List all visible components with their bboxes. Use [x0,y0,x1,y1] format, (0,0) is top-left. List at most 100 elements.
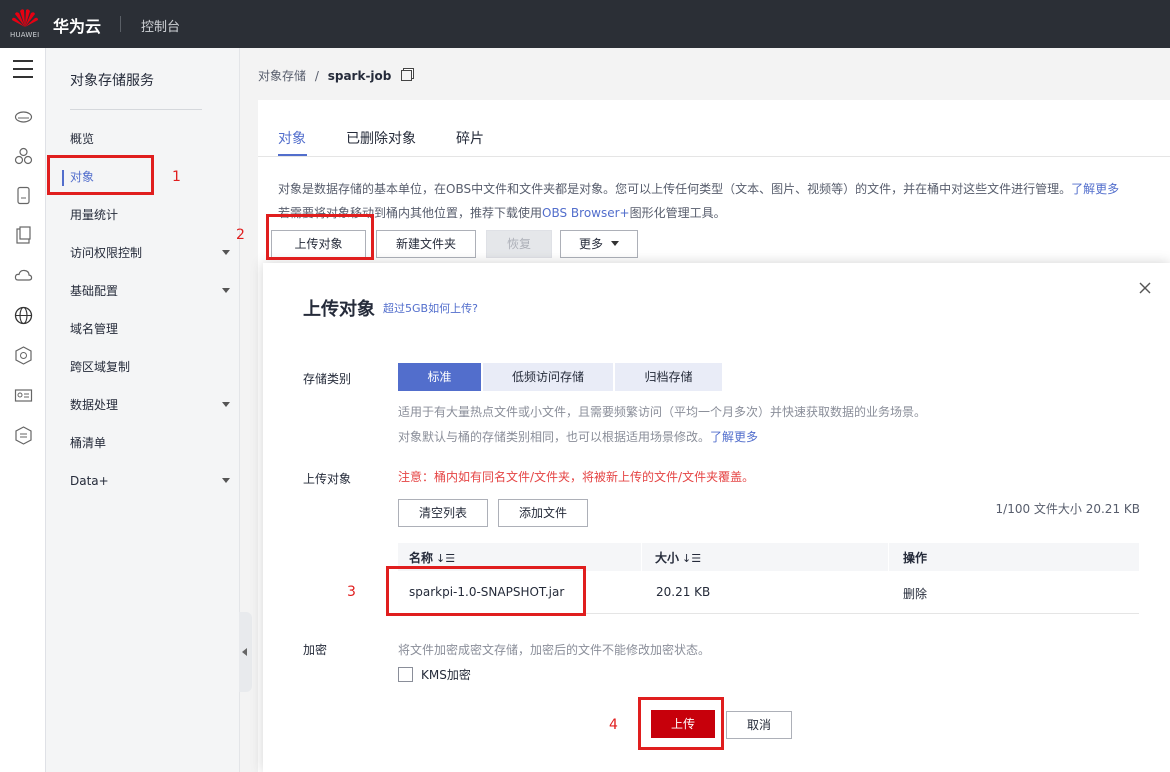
logo-wordmark: HUAWEI [10,31,40,39]
header-label: 名称 [409,551,434,565]
sidebar-collapse-handle[interactable] [239,612,252,692]
caret-down-icon [222,288,230,293]
column-header-name[interactable]: 名称 ↓☰ [409,549,455,566]
caret-down-icon [222,402,230,407]
huawei-logo-icon[interactable] [11,7,39,29]
encryption-hint: 将文件加密成密文存储，加密后的文件不能修改加密状态。 [398,643,711,657]
more-dropdown-button[interactable]: 更多 [560,230,638,258]
sidebar-item-data-plus[interactable]: Data+ [70,471,230,491]
header-label: 大小 [655,551,680,565]
learn-more-link[interactable]: 了解更多 [710,430,758,444]
kms-encryption-checkbox[interactable] [398,667,413,682]
new-folder-button[interactable]: 新建文件夹 [376,230,476,258]
database-icon[interactable] [14,426,33,445]
cancel-button[interactable]: 取消 [726,711,792,739]
storage-class-standard[interactable]: 标准 [398,363,481,391]
restore-button[interactable]: 恢复 [486,230,552,258]
caret-down-icon [222,250,230,255]
globe-network-icon[interactable] [14,306,33,325]
caret-down-icon [222,478,230,483]
add-file-button[interactable]: 添加文件 [498,499,588,527]
annotation-box-2 [266,214,374,260]
storage-class-hint: 适用于有大量热点文件或小文件，且需要频繁访问（平均一个月多次）并快速获取数据的业… [398,405,927,419]
over-5gb-help-link[interactable]: 超过5GB如何上传? [383,300,478,316]
sidebar-item-label: 基础配置 [70,284,119,298]
column-header-size[interactable]: 大小 ↓☰ [655,549,701,566]
backup-icon[interactable] [14,226,33,245]
column-divider [888,543,889,571]
annotation-number-2: 2 [236,227,245,243]
description-text: 对象是数据存储的基本单位，在OBS中文件和文件夹都是对象。您可以上传任何类型（文… [278,182,1072,196]
sidebar-item-domain-management[interactable]: 域名管理 [70,319,230,339]
sidebar-item-label: 数据处理 [70,398,119,412]
cloud-server-icon[interactable] [14,107,33,126]
tab-objects[interactable]: 对象 [278,128,306,148]
more-label: 更多 [578,237,603,251]
security-icon[interactable] [14,346,33,365]
console-link[interactable]: 控制台 [141,16,180,35]
dialog-title: 上传对象 [303,299,375,320]
tip-text-suffix: 图形化管理工具。 [629,206,726,220]
kms-encryption-label[interactable]: KMS加密 [421,666,471,683]
sidebar-item-usage-statistics[interactable]: 用量统计 [70,205,230,225]
tab-fragments[interactable]: 碎片 [456,128,484,148]
sidebar-item-bucket-inventory[interactable]: 桶清单 [70,433,230,453]
column-header-action: 操作 [903,551,928,565]
sidebar-item-data-processing[interactable]: 数据处理 [70,395,230,415]
sort-icon[interactable]: ↓☰ [682,552,701,565]
sidebar-divider [70,109,202,110]
sidebar-title: 对象存储服务 [70,73,154,89]
annotation-number-3: 3 [347,584,356,600]
sidebar-item-cross-region-replication[interactable]: 跨区域复制 [70,357,230,377]
brand-name[interactable]: 华为云 [53,13,101,37]
file-count-size: 1/100 文件大小 20.21 KB [995,502,1140,516]
top-navigation-bar: HUAWEI 华为云 控制台 [0,0,1170,48]
sidebar-item-label: 访问权限控制 [70,246,143,260]
sort-icon[interactable]: ↓☰ [436,552,455,565]
overwrite-warning: 注意：桶内如有同名文件/文件夹，将被新上传的文件/文件夹覆盖。 [398,470,755,484]
sidebar-item-basic-config[interactable]: 基础配置 [70,281,230,301]
sidebar-item-overview[interactable]: 概览 [70,129,230,149]
default-hint-text: 对象默认与桶的存储类别相同，也可以根据适用场景修改。 [398,430,711,444]
breadcrumb-root[interactable]: 对象存储 [258,69,306,83]
annotation-box-3 [386,566,586,616]
obs-browser-link[interactable]: OBS Browser+ [542,206,630,220]
objects-description: 对象是数据存储的基本单位，在OBS中文件和文件夹都是对象。您可以上传任何类型（文… [278,180,1119,197]
chevron-left-icon [242,648,247,656]
sidebar-item-label: Data+ [70,474,109,488]
cluster-icon[interactable] [14,147,33,166]
upload-object-label: 上传对象 [303,472,352,486]
annotation-number-4: 4 [609,717,618,733]
storage-class-label: 存储类别 [303,372,352,386]
encryption-label: 加密 [303,643,328,657]
sidebar-item-label: 桶清单 [70,436,107,450]
delete-file-link[interactable]: 删除 [903,585,927,602]
clear-list-button[interactable]: 清空列表 [398,499,488,527]
storage-class-default-hint: 对象默认与桶的存储类别相同，也可以根据适用场景修改。了解更多 [398,428,758,445]
id-card-icon[interactable] [14,386,33,405]
sidebar-item-label: 域名管理 [70,322,119,336]
service-icon-rail [0,48,46,772]
tab-divider [258,156,1170,157]
file-size-cell: 20.21 KB [656,585,711,599]
copy-icon[interactable] [401,70,413,81]
breadcrumb-separator: / [314,69,319,83]
learn-more-link[interactable]: 了解更多 [1071,182,1119,196]
sidebar-item-label: 概览 [70,132,95,146]
sidebar-item-label: 跨区域复制 [70,360,131,374]
tab-deleted-objects[interactable]: 已删除对象 [346,128,416,148]
breadcrumb-current: spark-job [327,69,392,83]
caret-down-icon [611,241,619,246]
sidebar-item-access-control[interactable]: 访问权限控制 [70,243,230,263]
column-divider [641,543,642,571]
menu-icon[interactable] [13,60,33,78]
storage-class-infrequent[interactable]: 低频访问存储 [483,363,613,391]
breadcrumb: 对象存储 / spark-job [258,67,413,84]
upload-object-dialog: 上传对象 超过5GB如何上传? 存储类别 标准 低频访问存储 归档存储 适用于有… [263,263,1170,772]
close-icon[interactable] [1137,280,1153,296]
storage-disk-icon[interactable] [14,186,33,205]
cloud-icon[interactable] [14,266,33,285]
annotation-box-4 [638,697,724,750]
annotation-number-1: 1 [172,169,181,185]
storage-class-archive[interactable]: 归档存储 [615,363,722,391]
